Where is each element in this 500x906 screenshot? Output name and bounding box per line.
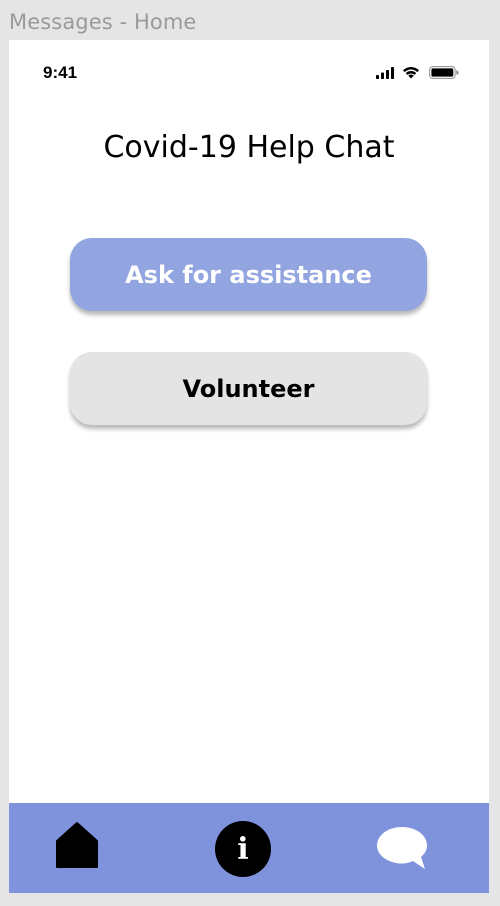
battery-icon [429, 66, 459, 79]
phone-screen: 9:41 Covid-19 Help Chat Ask for assistan… [9, 40, 489, 893]
svg-text:i: i [237, 832, 248, 867]
chat-bubble-icon [377, 827, 427, 869]
home-icon [56, 822, 98, 868]
wifi-icon [403, 67, 419, 79]
volunteer-button[interactable]: Volunteer [70, 352, 427, 425]
ask-for-assistance-button[interactable]: Ask for assistance [70, 238, 427, 311]
tab-bar: i [9, 803, 489, 893]
tab-messages[interactable] [361, 803, 451, 893]
info-icon: i [215, 821, 271, 877]
cellular-signal-icon [376, 67, 394, 79]
frame-title: Messages - Home [9, 10, 197, 34]
status-icons [376, 65, 462, 81]
tab-home[interactable] [37, 803, 117, 893]
page-title: Covid-19 Help Chat [103, 130, 395, 165]
status-time: 9:41 [43, 63, 78, 82]
tab-info[interactable]: i [203, 803, 283, 893]
